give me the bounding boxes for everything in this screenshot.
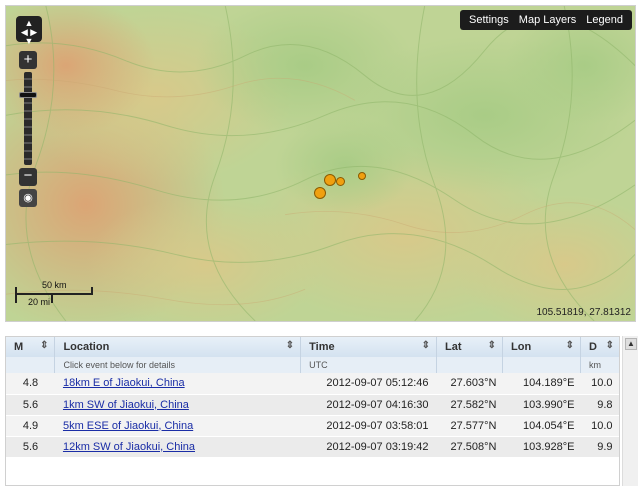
mag-column-header[interactable]: M ⇕: [6, 337, 56, 357]
location-column-header[interactable]: Location ⇕: [54, 337, 302, 357]
sort-icon: ⇕: [487, 340, 497, 351]
sort-icon: ⇕: [421, 340, 431, 351]
earthquake-map-page: Settings Map Layers Legend ▲ ◀ ▶ ▼ + − ◉ 5…: [0, 0, 640, 489]
scale-bar: 50 km 20 mi: [15, 279, 105, 313]
lat-cell: 27.508°N: [436, 436, 503, 458]
lat-subheader: [436, 357, 504, 373]
legend-menu[interactable]: Legend: [581, 10, 628, 30]
location-cell: 5km ESE of Jiaokui, China: [54, 415, 301, 437]
location-link[interactable]: 18km E of Jiaokui, China: [63, 377, 185, 389]
lon-cell: 104.189°E: [502, 373, 581, 395]
sort-icon: ⇕: [285, 340, 295, 351]
mag-header-label: M: [14, 341, 24, 353]
location-link[interactable]: 1km SW of Jiaokui, China: [63, 399, 189, 411]
depth-subheader: km: [580, 357, 619, 373]
depth-column-header[interactable]: D ⇕: [580, 337, 619, 357]
map-menu-bar: Settings Map Layers Legend: [460, 10, 632, 30]
globe-icon: ◉: [23, 192, 33, 204]
lat-cell: 27.582°N: [436, 394, 503, 416]
location-link[interactable]: 12km SW of Jiaokui, China: [63, 441, 195, 453]
time-cell: 2012-09-07 03:58:01: [300, 415, 437, 437]
lon-cell: 104.054°E: [502, 415, 581, 437]
zoom-slider[interactable]: [24, 72, 32, 165]
lat-cell: 27.577°N: [436, 415, 503, 437]
scroll-up-icon[interactable]: ▲: [625, 338, 637, 350]
quake-marker[interactable]: [358, 172, 366, 180]
depth-cell: 10.0: [580, 415, 619, 437]
table-row[interactable]: 5.6 12km SW of Jiaokui, China 2012-09-07…: [6, 436, 619, 458]
location-subheader: Click event below for details: [54, 357, 302, 373]
settings-menu[interactable]: Settings: [464, 10, 514, 30]
mag-cell: 5.6: [6, 394, 55, 416]
cursor-coordinates: 105.51819, 27.81312: [536, 307, 631, 318]
quake-marker[interactable]: [314, 187, 326, 199]
zoom-slider-handle[interactable]: [19, 92, 37, 98]
time-cell: 2012-09-07 05:12:46: [300, 373, 437, 395]
lon-cell: 103.990°E: [502, 394, 581, 416]
pan-control[interactable]: ▲ ◀ ▶ ▼: [16, 16, 42, 46]
mag-cell: 4.9: [6, 415, 55, 437]
table-row[interactable]: 4.8 18km E of Jiaokui, China 2012-09-07 …: [6, 373, 619, 395]
sort-icon: ⇕: [565, 340, 574, 351]
terrain-map: [6, 6, 635, 321]
time-column-header[interactable]: Time ⇕: [300, 337, 438, 357]
time-subheader: UTC: [300, 357, 438, 373]
event-table: M ⇕ Location ⇕ Time ⇕ Lat ⇕ Lon ⇕ D ⇕ Cl…: [6, 337, 619, 458]
mag-cell: 5.6: [6, 436, 55, 458]
pan-arrows-icon: ▲ ◀ ▶ ▼: [20, 18, 38, 46]
location-cell: 18km E of Jiaokui, China: [54, 373, 301, 395]
time-cell: 2012-09-07 03:19:42: [300, 436, 437, 458]
event-list: M ⇕ Location ⇕ Time ⇕ Lat ⇕ Lon ⇕ D ⇕ Cl…: [5, 336, 620, 486]
zoom-in-button[interactable]: +: [19, 51, 37, 69]
quake-marker[interactable]: [324, 174, 336, 186]
zoom-world-button[interactable]: ◉: [19, 189, 37, 207]
sort-icon: ⇕: [605, 340, 614, 351]
lon-subheader: [502, 357, 581, 373]
zoom-out-button[interactable]: −: [19, 168, 37, 186]
sort-icon: ⇕: [40, 340, 49, 351]
location-link[interactable]: 5km ESE of Jiaokui, China: [63, 420, 193, 432]
location-cell: 1km SW of Jiaokui, China: [54, 394, 301, 416]
depth-header-label: D: [588, 341, 597, 353]
depth-cell: 10.0: [580, 373, 619, 395]
time-header-label: Time: [309, 341, 335, 353]
time-cell: 2012-09-07 04:16:30: [300, 394, 437, 416]
map-view[interactable]: Settings Map Layers Legend ▲ ◀ ▶ ▼ + − ◉ 5…: [5, 5, 636, 322]
depth-cell: 9.9: [580, 436, 619, 458]
mag-cell: 4.8: [6, 373, 55, 395]
scale-km-label: 50 km: [42, 280, 67, 290]
table-row[interactable]: 4.9 5km ESE of Jiaokui, China 2012-09-07…: [6, 415, 619, 437]
location-header-label: Location: [63, 341, 110, 353]
lat-cell: 27.603°N: [436, 373, 503, 395]
mag-subheader: [6, 357, 56, 373]
map-layers-menu[interactable]: Map Layers: [514, 10, 581, 30]
lon-column-header[interactable]: Lon ⇕: [502, 337, 581, 357]
scale-mi-label: 20 mi: [28, 297, 51, 307]
table-row[interactable]: 5.6 1km SW of Jiaokui, China 2012-09-07 …: [6, 394, 619, 416]
table-scrollbar[interactable]: ▲: [622, 336, 638, 486]
lon-cell: 103.928°E: [502, 436, 581, 458]
lon-header-label: Lon: [511, 341, 532, 353]
lat-column-header[interactable]: Lat ⇕: [436, 337, 504, 357]
quake-marker[interactable]: [336, 177, 345, 186]
lat-header-label: Lat: [445, 341, 462, 353]
depth-cell: 9.8: [580, 394, 619, 416]
location-cell: 12km SW of Jiaokui, China: [54, 436, 301, 458]
